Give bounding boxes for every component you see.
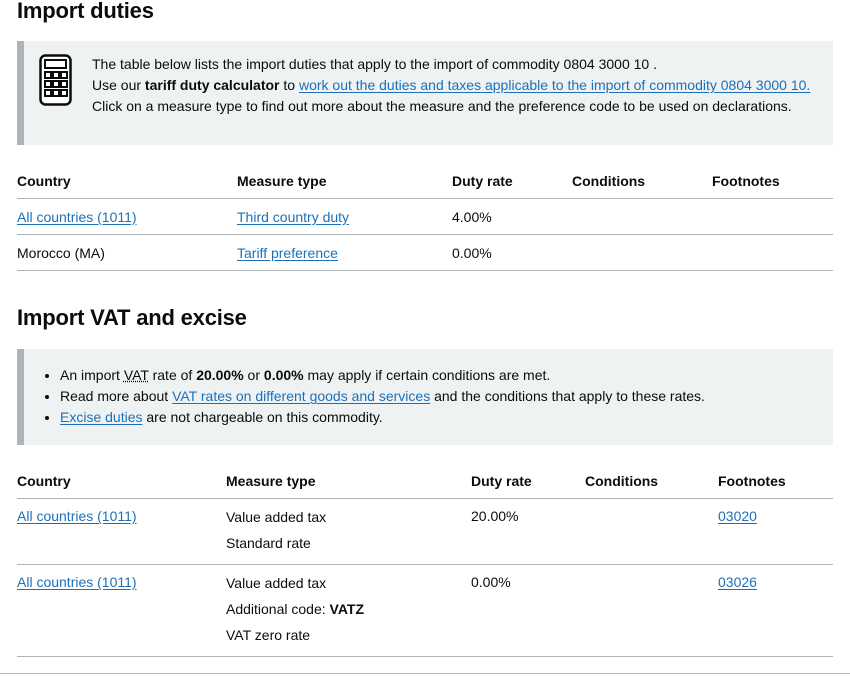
- column-header-country: Country: [17, 464, 226, 499]
- excise-duties-link[interactable]: Excise duties: [60, 409, 142, 425]
- country-link[interactable]: All countries (1011): [17, 508, 137, 524]
- conditions-cell: [585, 564, 718, 657]
- import-duties-heading: Import duties: [17, 0, 154, 23]
- section-divider: [0, 673, 850, 674]
- additional-code-line: Additional code: VATZ: [226, 600, 471, 626]
- column-header-conditions: Conditions: [585, 464, 718, 499]
- measure-type-link[interactable]: Tariff preference: [237, 245, 338, 261]
- table-row: All countries (1011) Third country duty …: [17, 198, 833, 235]
- duty-rate: 4.00%: [452, 198, 572, 235]
- calculator-icon: [39, 54, 72, 106]
- measure-type-name: Value added tax: [226, 509, 327, 525]
- measure-type-hint: Click on a measure type to find out more…: [92, 98, 792, 114]
- column-header-measure-type: Measure type: [226, 464, 471, 499]
- calculator-line-mid: to: [279, 77, 299, 93]
- measure-type-description: VAT zero rate: [226, 627, 311, 643]
- vat-text: Read more about: [60, 388, 173, 404]
- table-header-row: Country Measure type Duty rate Condition…: [17, 164, 833, 199]
- tariff-duty-calculator-label: tariff duty calculator: [144, 77, 280, 93]
- list-item: Read more about VAT rates on different g…: [60, 386, 705, 407]
- column-header-measure-type: Measure type: [237, 164, 452, 199]
- import-duties-table: Country Measure type Duty rate Condition…: [17, 164, 833, 271]
- import-vat-table: Country Measure type Duty rate Condition…: [17, 464, 833, 657]
- duties-intro-text: The table below lists the import duties …: [92, 56, 657, 72]
- calculator-line: Use our tariff duty calculator to work o…: [92, 75, 810, 96]
- table-row: All countries (1011) Value added tax Sta…: [17, 498, 833, 565]
- vat-abbreviation: VAT: [123, 367, 149, 383]
- country-link[interactable]: All countries (1011): [17, 574, 137, 590]
- import-vat-info-panel: An import VAT rate of 20.00% or 0.00% ma…: [17, 349, 833, 445]
- calculator-line-prefix: Use our: [92, 77, 145, 93]
- measure-type-cell: Value added tax Standard rate: [226, 498, 471, 565]
- conditions-cell: [572, 234, 712, 271]
- footnote-link[interactable]: 03026: [718, 574, 757, 590]
- column-header-country: Country: [17, 164, 237, 199]
- list-item: Excise duties are not chargeable on this…: [60, 407, 705, 428]
- measure-type-cell: Value added tax Additional code: VATZ VA…: [226, 564, 471, 657]
- vat-standard-rate: 20.00%: [196, 367, 244, 383]
- column-header-footnotes: Footnotes: [712, 164, 833, 199]
- footnotes-cell: [712, 234, 833, 271]
- additional-code-value: VATZ: [329, 601, 365, 617]
- table-header-row: Country Measure type Duty rate Condition…: [17, 464, 833, 499]
- measure-type-description: Standard rate: [226, 535, 311, 551]
- vat-text: and the conditions that apply to these r…: [430, 388, 705, 404]
- footnotes-cell: [712, 198, 833, 235]
- column-header-footnotes: Footnotes: [718, 464, 833, 499]
- vat-text: or: [243, 367, 264, 383]
- vat-text: may apply if certain conditions are met.: [303, 367, 551, 383]
- vat-text: are not chargeable on this commodity.: [142, 409, 383, 425]
- table-row: Morocco (MA) Tariff preference 0.00%: [17, 234, 833, 271]
- column-header-duty-rate: Duty rate: [452, 164, 572, 199]
- work-out-duties-link[interactable]: work out the duties and taxes applicable…: [299, 77, 810, 93]
- column-header-conditions: Conditions: [572, 164, 712, 199]
- list-item: An import VAT rate of 20.00% or 0.00% ma…: [60, 365, 705, 386]
- measure-type-link[interactable]: Third country duty: [237, 209, 349, 225]
- vat-info-list: An import VAT rate of 20.00% or 0.00% ma…: [38, 365, 705, 428]
- table-row: All countries (1011) Value added tax Add…: [17, 564, 833, 657]
- conditions-cell: [585, 498, 718, 565]
- footnote-link[interactable]: 03020: [718, 508, 757, 524]
- vat-text: An import: [60, 367, 124, 383]
- additional-code-label: Additional code:: [226, 601, 330, 617]
- country-link[interactable]: All countries (1011): [17, 209, 137, 225]
- duty-rate: 0.00%: [452, 234, 572, 271]
- import-duties-info-panel: The table below lists the import duties …: [17, 41, 833, 145]
- column-header-duty-rate: Duty rate: [471, 464, 585, 499]
- vat-text: rate of: [148, 367, 197, 383]
- import-vat-heading: Import VAT and excise: [17, 305, 247, 330]
- vat-rates-link[interactable]: VAT rates on different goods and service…: [172, 388, 430, 404]
- country-text: Morocco (MA): [17, 234, 237, 271]
- duty-rate: 20.00%: [471, 498, 585, 565]
- measure-type-name: Value added tax: [226, 575, 327, 591]
- vat-zero-rate: 0.00%: [263, 367, 304, 383]
- duty-rate: 0.00%: [471, 564, 585, 657]
- conditions-cell: [572, 198, 712, 235]
